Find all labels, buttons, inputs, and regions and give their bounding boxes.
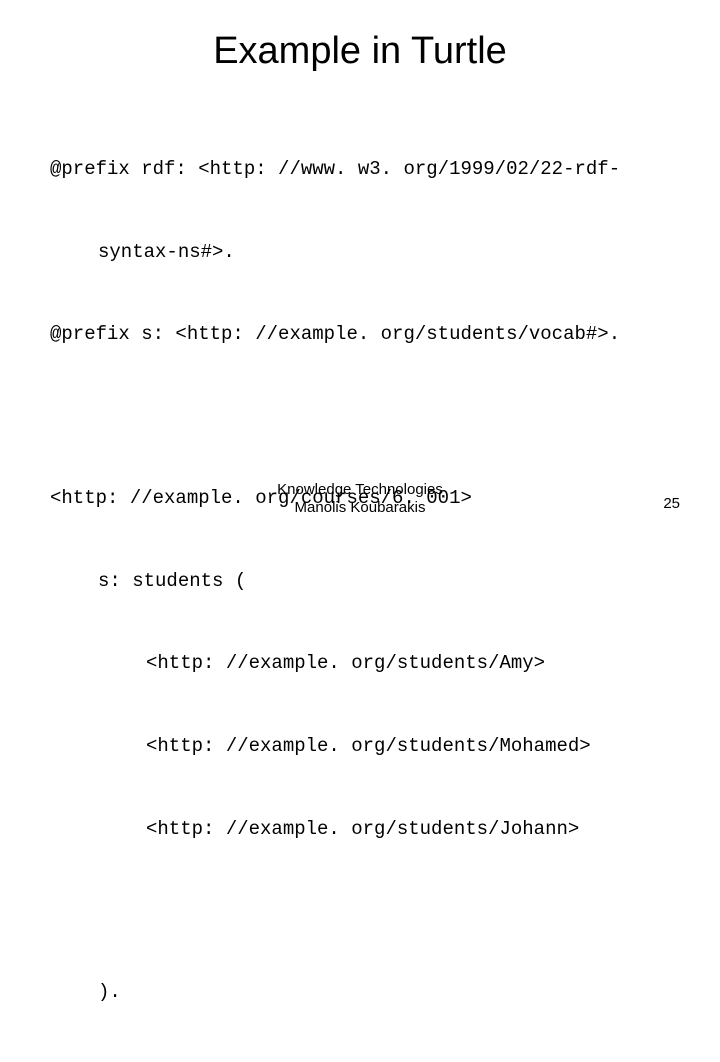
code-line: <http: //example. org/students/Amy> (50, 650, 670, 678)
code-line: @prefix s: <http: //example. org/student… (50, 321, 670, 349)
footer-line2: Manolis Koubarakis (0, 499, 720, 518)
page-number: 25 (663, 495, 680, 512)
code-line: s: students ( (50, 568, 670, 596)
slide-title: Example in Turtle (50, 30, 670, 73)
code-line: <http: //example. org/students/Mohamed> (50, 733, 670, 761)
code-line: @prefix rdf: <http: //www. w3. org/1999/… (50, 156, 670, 184)
footer: Knowledge Technologies Manolis Koubaraki… (0, 481, 720, 519)
slide: Example in Turtle @prefix rdf: <http: //… (0, 0, 720, 540)
spacer (50, 404, 670, 430)
spacer (50, 898, 670, 924)
code-line: syntax-ns#>. (50, 239, 670, 267)
code-line: ). (50, 979, 670, 1007)
footer-line1: Knowledge Technologies (0, 481, 720, 500)
code-block: @prefix rdf: <http: //www. w3. org/1999/… (50, 101, 670, 1062)
code-line: <http: //example. org/students/Johann> (50, 816, 670, 844)
